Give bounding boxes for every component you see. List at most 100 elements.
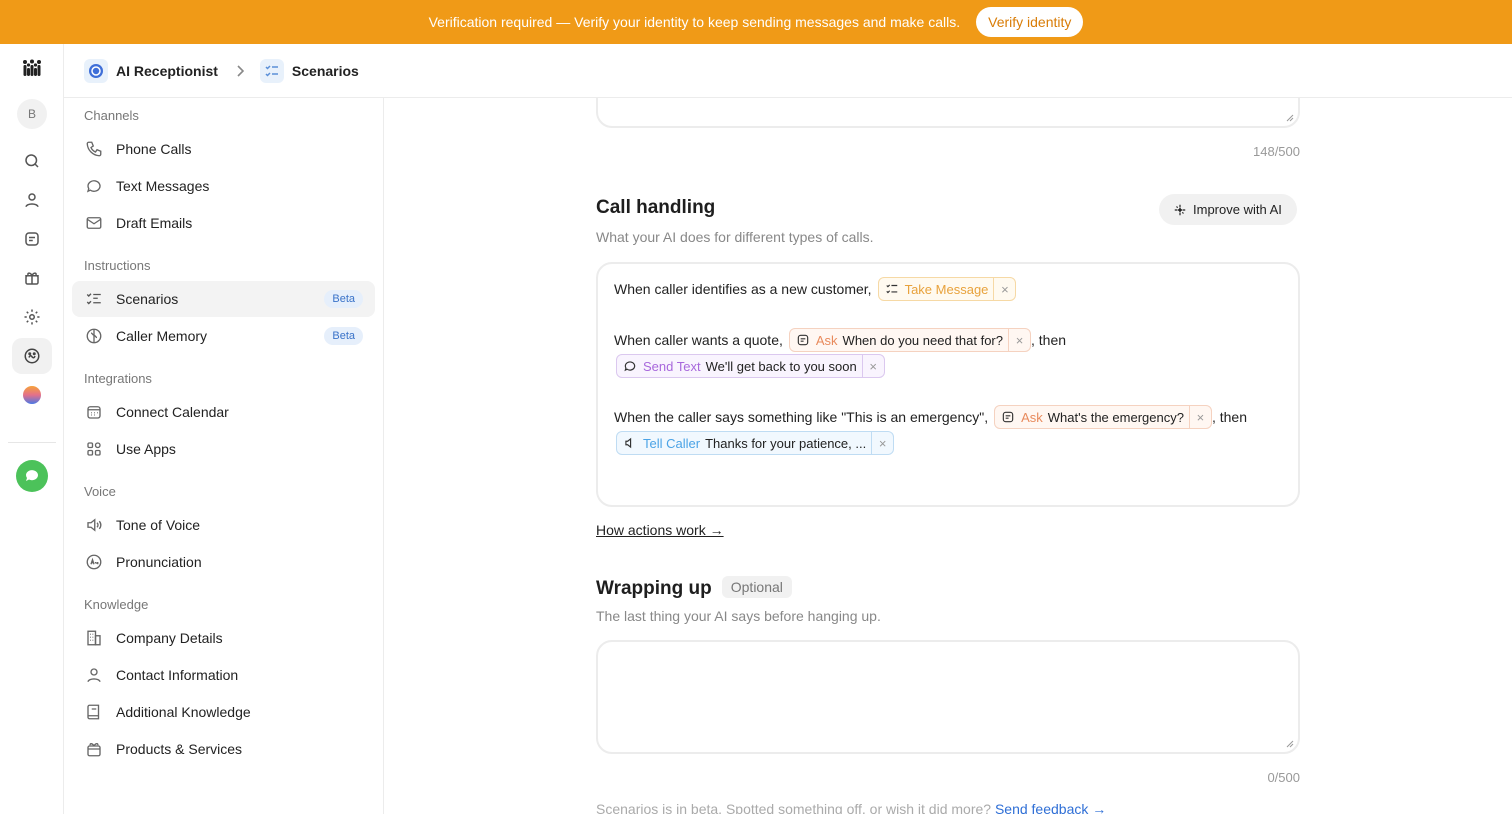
- sidebar-item-phone-calls[interactable]: Phone Calls: [72, 131, 375, 167]
- apps-grid-icon: [84, 439, 104, 459]
- sidebar-item-contact-information[interactable]: Contact Information: [72, 657, 375, 693]
- call-handling-title: Call handling: [596, 197, 716, 218]
- remove-action-button[interactable]: ×: [1008, 329, 1030, 351]
- section-integrations: Integrations: [84, 371, 152, 386]
- scenario-rule-continuation: Send Text We'll get back to you soon ×: [610, 354, 885, 378]
- verification-banner: Verification required — Verify your iden…: [0, 0, 1512, 44]
- send-feedback-link[interactable]: Send feedback →: [995, 801, 1106, 814]
- sidebar-item-label: Products & Services: [116, 741, 243, 757]
- avatar-initial: B: [17, 99, 47, 129]
- contacts-icon[interactable]: [12, 182, 52, 218]
- speaker-icon: [84, 515, 104, 535]
- wrapping-up-subtitle: The last thing your AI says before hangi…: [596, 608, 881, 624]
- gift-icon[interactable]: [12, 260, 52, 296]
- rule-then: , then: [1031, 332, 1067, 348]
- sidebar-item-tone-of-voice[interactable]: Tone of Voice: [72, 507, 375, 543]
- rule-condition: When the caller says something like "Thi…: [614, 409, 989, 425]
- action-chip-ask[interactable]: Ask When do you need that for? ×: [788, 328, 1031, 352]
- message-bubble-icon: [617, 359, 643, 373]
- sidebar-item-text-messages[interactable]: Text Messages: [72, 168, 375, 204]
- sidebar-item-additional-knowledge[interactable]: Additional Knowledge: [72, 694, 375, 730]
- how-actions-work-link[interactable]: How actions work →: [596, 522, 724, 538]
- package-icon: [84, 739, 104, 759]
- sidebar-item-label: Text Messages: [116, 178, 210, 194]
- remove-action-button[interactable]: ×: [993, 278, 1015, 300]
- settings-sidebar: Channels Phone Calls Text Messages Draft…: [64, 98, 384, 814]
- previous-section-textarea[interactable]: [596, 98, 1300, 128]
- app-logo-icon[interactable]: [12, 50, 52, 86]
- sidebar-item-label: Company Details: [116, 630, 223, 646]
- building-icon: [84, 628, 104, 648]
- verify-identity-button[interactable]: Verify identity: [976, 7, 1084, 37]
- character-counter: 0/500: [1267, 770, 1300, 785]
- sidebar-item-company-details[interactable]: Company Details: [72, 620, 375, 656]
- resize-handle-icon[interactable]: [1286, 740, 1294, 748]
- breadcrumb-label: AI Receptionist: [116, 62, 218, 79]
- improve-with-ai-button[interactable]: Improve with AI: [1159, 194, 1297, 225]
- sidebar-item-label: Draft Emails: [116, 215, 193, 231]
- sidebar-item-label: Connect Calendar: [116, 404, 229, 420]
- rail-divider: [8, 442, 56, 443]
- sidebar-item-use-apps[interactable]: Use Apps: [72, 431, 375, 467]
- action-chip-tell-caller[interactable]: Tell Caller Thanks for your patience, ..…: [616, 431, 895, 455]
- chip-label: Take Message: [904, 281, 989, 297]
- action-chip-take-message[interactable]: Take Message ×: [877, 277, 1017, 301]
- sidebar-item-pronunciation[interactable]: Pronunciation: [72, 544, 375, 580]
- sidebar-item-label: Pronunciation: [116, 554, 202, 570]
- chip-value: What's the emergency?: [1047, 409, 1184, 425]
- account-avatar[interactable]: B: [12, 96, 52, 132]
- question-card-icon: [790, 333, 816, 347]
- sidebar-item-connect-calendar[interactable]: Connect Calendar: [72, 394, 375, 430]
- action-chip-ask[interactable]: Ask What's the emergency? ×: [994, 405, 1212, 429]
- resize-handle-icon[interactable]: [1286, 114, 1294, 122]
- call-handling-editor[interactable]: When caller identifies as a new customer…: [596, 262, 1300, 507]
- chip-value: When do you need that for?: [842, 332, 1003, 348]
- breadcrumb: AI Receptionist Scenarios: [64, 44, 1512, 98]
- mail-icon: [84, 213, 104, 233]
- chat-support-icon[interactable]: [12, 458, 52, 494]
- rule-condition: When caller identifies as a new customer…: [614, 281, 872, 297]
- breadcrumb-ai-receptionist[interactable]: AI Receptionist: [84, 58, 218, 83]
- chip-label: Tell Caller: [643, 435, 701, 451]
- sidebar-item-label: Tone of Voice: [116, 517, 201, 533]
- character-counter: 148/500: [1253, 144, 1300, 159]
- chip-label: Send Text: [643, 358, 701, 374]
- person-icon: [84, 665, 104, 685]
- section-instructions: Instructions: [84, 258, 151, 273]
- sparkle-icon: [1174, 204, 1186, 215]
- pronunciation-icon: [84, 552, 104, 572]
- remove-action-button[interactable]: ×: [861, 355, 884, 377]
- chip-value: We'll get back to you soon: [705, 358, 857, 374]
- section-voice: Voice: [84, 484, 116, 499]
- beta-feedback-note: Scenarios is in beta. Spotted something …: [596, 801, 1106, 814]
- main-content: 148/500 Call handling Improve with AI Wh…: [384, 98, 1512, 814]
- remove-action-button[interactable]: ×: [871, 432, 893, 454]
- sidebar-item-label: Phone Calls: [116, 141, 192, 157]
- scenario-rule-continuation: Tell Caller Thanks for your patience, ..…: [610, 431, 895, 455]
- beta-badge: Beta: [324, 327, 363, 345]
- action-chip-send-text[interactable]: Send Text We'll get back to you soon ×: [616, 354, 885, 378]
- sidebar-item-products-services[interactable]: Products & Services: [72, 731, 375, 767]
- sidebar-item-label: Caller Memory: [116, 328, 208, 344]
- sidebar-item-draft-emails[interactable]: Draft Emails: [72, 205, 375, 241]
- section-knowledge: Knowledge: [84, 597, 149, 612]
- sidebar-item-caller-memory[interactable]: Caller Memory Beta: [72, 318, 375, 354]
- rule-then: , then: [1211, 409, 1247, 425]
- sidebar-item-scenarios[interactable]: Scenarios Beta: [72, 281, 375, 317]
- brain-icon: [84, 326, 104, 346]
- message-bubble-icon: [84, 176, 104, 196]
- inbox-icon[interactable]: [12, 221, 52, 257]
- wrapping-up-textarea[interactable]: [596, 640, 1300, 754]
- ai-receptionist-icon[interactable]: [12, 338, 52, 374]
- sidebar-item-label: Contact Information: [116, 667, 239, 683]
- wrapping-up-title: Wrapping up Optional: [596, 576, 792, 600]
- assistant-orb-icon[interactable]: [12, 377, 52, 413]
- banner-text: Verification required — Verify your iden…: [428, 14, 961, 30]
- wrapping-up-title-text: Wrapping up: [596, 578, 712, 599]
- search-icon[interactable]: [12, 143, 52, 179]
- sidebar-item-label: Additional Knowledge: [116, 704, 251, 720]
- remove-action-button[interactable]: ×: [1188, 406, 1211, 428]
- settings-icon[interactable]: [12, 299, 52, 335]
- scenario-rule: When the caller says something like "Thi…: [614, 405, 1247, 429]
- breadcrumb-scenarios[interactable]: Scenarios: [259, 58, 359, 83]
